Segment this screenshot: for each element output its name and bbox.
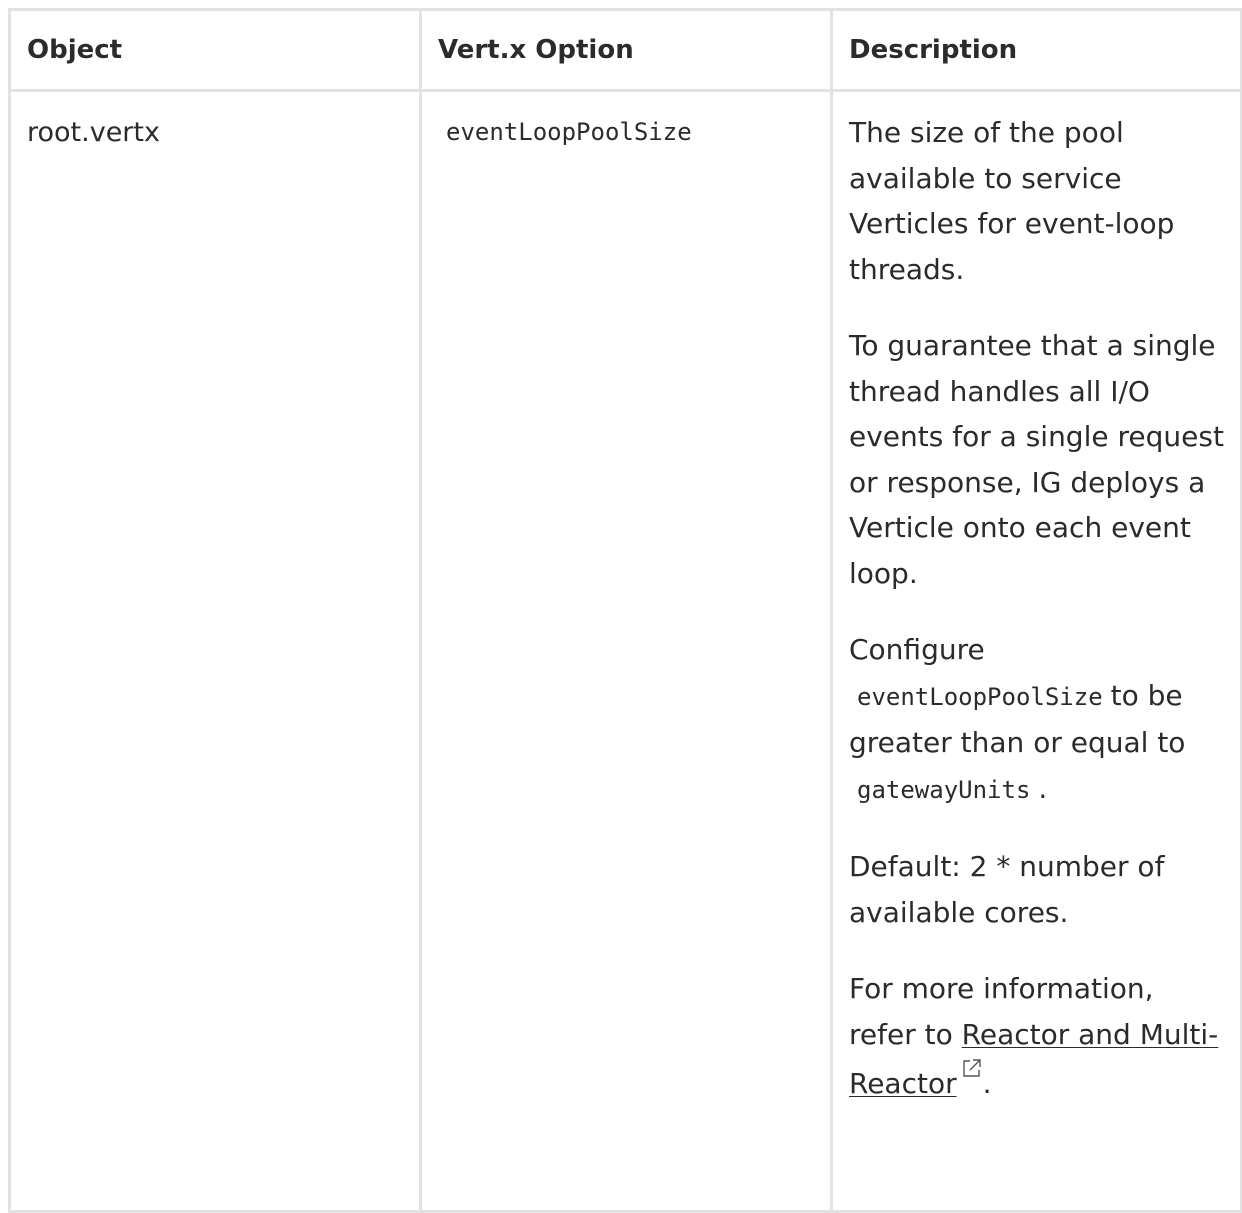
description-paragraph-2: To guarantee that a single thread handle… [849, 329, 1224, 590]
description-paragraph-more-info: For more information, refer to Reactor a… [849, 966, 1226, 1107]
options-table-container: Object Vert.x Option Description root.ve… [8, 8, 1242, 1213]
description-paragraph-3: Configure eventLoopPoolSize to be greater… [849, 627, 1226, 813]
more-info-end: . [982, 1067, 992, 1100]
external-link-icon[interactable] [961, 1057, 983, 1079]
cell-object: root.vertx [8, 89, 422, 1213]
object-name: root.vertx [27, 117, 160, 148]
configure-text: Configure [849, 633, 985, 666]
cell-option: eventLoopPoolSize [419, 89, 833, 1213]
code-gateway-units: gatewayUnits [857, 775, 1031, 804]
header-vertx-option: Vert.x Option [419, 8, 833, 92]
header-description: Description [830, 8, 1242, 92]
header-object: Object [8, 8, 422, 92]
description-paragraph-1: The size of the pool available to servic… [849, 116, 1175, 286]
option-name: eventLoopPoolSize [446, 118, 692, 146]
code-event-loop-pool-size: eventLoopPoolSize [857, 682, 1103, 711]
table-row: root.vertx eventLoopPoolSize The size of… [8, 89, 1242, 1213]
description-paragraph-default: Default: 2 * number of available cores. [849, 850, 1165, 929]
vertx-options-table: Object Vert.x Option Description root.ve… [8, 8, 1242, 1213]
configure-end-text: . [1038, 771, 1048, 805]
table-header-row: Object Vert.x Option Description [8, 8, 1242, 92]
cell-description: The size of the pool available to servic… [830, 89, 1242, 1213]
